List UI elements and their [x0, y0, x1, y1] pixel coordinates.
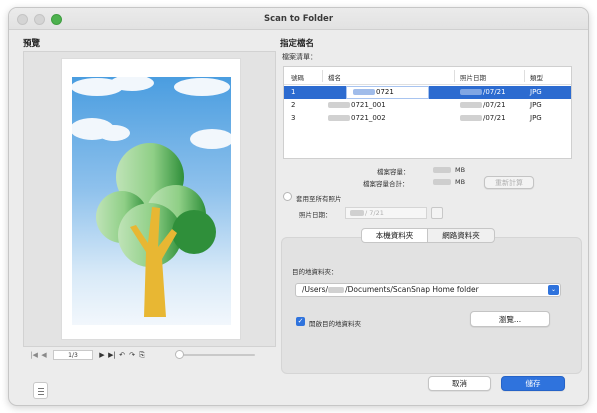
redacted-text	[433, 179, 451, 185]
apply-all-photos-label: 套用至所有照片	[296, 195, 342, 203]
next-page-icon[interactable]: ▶	[97, 351, 107, 359]
redacted-text	[328, 115, 350, 121]
title-bar: Scan to Folder	[9, 8, 588, 30]
row-type: JPG	[530, 88, 542, 96]
chevron-down-icon[interactable]: ⌄	[548, 285, 559, 295]
table-row[interactable]: 3 0721_002 /07/21 JPG	[284, 112, 571, 125]
preview-photo	[72, 77, 231, 325]
row-file-name: 0721	[376, 88, 394, 96]
row-number: 1	[291, 88, 296, 96]
file-name-section-title: 指定檔名	[280, 39, 315, 49]
minimize-window-button[interactable]	[34, 14, 45, 25]
recalculate-button[interactable]: 重新計算	[484, 176, 534, 189]
column-header-type[interactable]: 類型	[530, 72, 543, 82]
file-size-unit: MB	[455, 166, 466, 174]
table-row[interactable]: 2 0721_001 /07/21 JPG	[284, 99, 571, 112]
cloud-shape	[174, 78, 230, 96]
file-list-table[interactable]: 號碼 檔名 照片日期 類型 1 0721 /07/21 JPG 2 0721_0…	[283, 66, 572, 159]
apply-all-photos-radio[interactable]	[283, 192, 292, 201]
row-photo-date: /07/21	[483, 101, 506, 109]
redacted-text	[328, 287, 345, 293]
open-folder-checkbox[interactable]: ✓	[296, 317, 305, 326]
rotate-left-icon[interactable]: ↶	[117, 351, 127, 359]
zoom-window-button[interactable]	[51, 14, 62, 25]
last-page-icon[interactable]: ▶|	[107, 351, 117, 359]
open-folder-label: 開啟目的地資料夾	[309, 320, 361, 328]
column-header-number[interactable]: 號碼	[291, 72, 304, 82]
table-header: 號碼 檔名 照片日期 類型	[284, 67, 571, 85]
scan-to-folder-window: Scan to Folder 預覽 |◀ ◀ 1/3 ▶ ▶| ↶ ↷ ⎘ 指定…	[8, 7, 589, 406]
folder-path-suffix: /Documents/ScanSnap Home folder	[345, 285, 479, 294]
destination-group	[281, 237, 582, 374]
destination-folder-select[interactable]: /Users/ /Documents/ScanSnap Home folder ⌄	[295, 283, 561, 297]
first-page-icon[interactable]: |◀	[29, 351, 39, 359]
preview-page	[61, 58, 241, 340]
zoom-slider-track[interactable]	[177, 354, 255, 356]
cloud-shape	[190, 129, 231, 149]
photo-date-value: / 7/21	[365, 209, 384, 217]
cloud-shape	[98, 125, 130, 141]
redacted-text	[350, 210, 364, 216]
redacted-text	[460, 102, 482, 108]
page-indicator[interactable]: 1/3	[53, 350, 93, 360]
row-number: 3	[291, 114, 296, 122]
preview-title: 預覽	[23, 39, 41, 49]
table-row[interactable]: 1 0721 /07/21 JPG	[284, 86, 571, 99]
redacted-text	[433, 167, 451, 173]
prev-page-icon[interactable]: ◀	[39, 351, 49, 359]
rotate-right-icon[interactable]: ↷	[127, 351, 137, 359]
column-header-date[interactable]: 照片日期	[460, 72, 486, 82]
total-size-unit: MB	[455, 178, 466, 186]
column-header-name[interactable]: 檔名	[328, 72, 341, 82]
preview-pane	[23, 51, 276, 347]
destination-folder-label: 目的地資料夾：	[292, 268, 338, 276]
fit-page-icon[interactable]: ⎘	[137, 351, 147, 360]
file-list-label: 檔案清單：	[282, 53, 317, 61]
row-photo-date: /07/21	[483, 114, 506, 122]
folder-path-prefix: /Users/	[302, 285, 329, 294]
cancel-button[interactable]: 取消	[428, 376, 491, 391]
row-photo-date: /07/21	[483, 88, 506, 96]
file-size-label: 檔案容量：	[377, 168, 410, 176]
row-file-name: 0721_001	[351, 101, 386, 109]
redacted-text	[460, 115, 482, 121]
photo-date-field[interactable]: / 7/21	[345, 207, 427, 219]
row-type: JPG	[530, 114, 542, 122]
redacted-text	[460, 89, 482, 95]
sidebar-toggle-icon[interactable]	[33, 382, 48, 399]
close-window-button[interactable]	[17, 14, 28, 25]
preview-navigation: |◀ ◀ 1/3 ▶ ▶| ↶ ↷ ⎘	[23, 348, 276, 362]
redacted-text	[353, 89, 375, 95]
row-number: 2	[291, 101, 296, 109]
window-title: Scan to Folder	[263, 13, 334, 24]
row-file-name: 0721_002	[351, 114, 386, 122]
tree-illustration	[72, 77, 231, 317]
tab-network-folder[interactable]: 網路資料夾	[427, 228, 495, 243]
browse-button[interactable]: 瀏覽...	[470, 311, 550, 327]
save-button[interactable]: 儲存	[501, 376, 565, 391]
file-name-edit-field[interactable]: 0721	[346, 86, 429, 99]
tab-local-folder[interactable]: 本機資料夾	[361, 228, 428, 243]
row-type: JPG	[530, 101, 542, 109]
total-size-label: 檔案容量合計：	[363, 180, 409, 188]
redacted-text	[328, 102, 350, 108]
zoom-slider-knob[interactable]	[175, 350, 184, 359]
calendar-icon[interactable]	[431, 207, 443, 219]
photo-date-label: 照片日期：	[299, 211, 332, 219]
